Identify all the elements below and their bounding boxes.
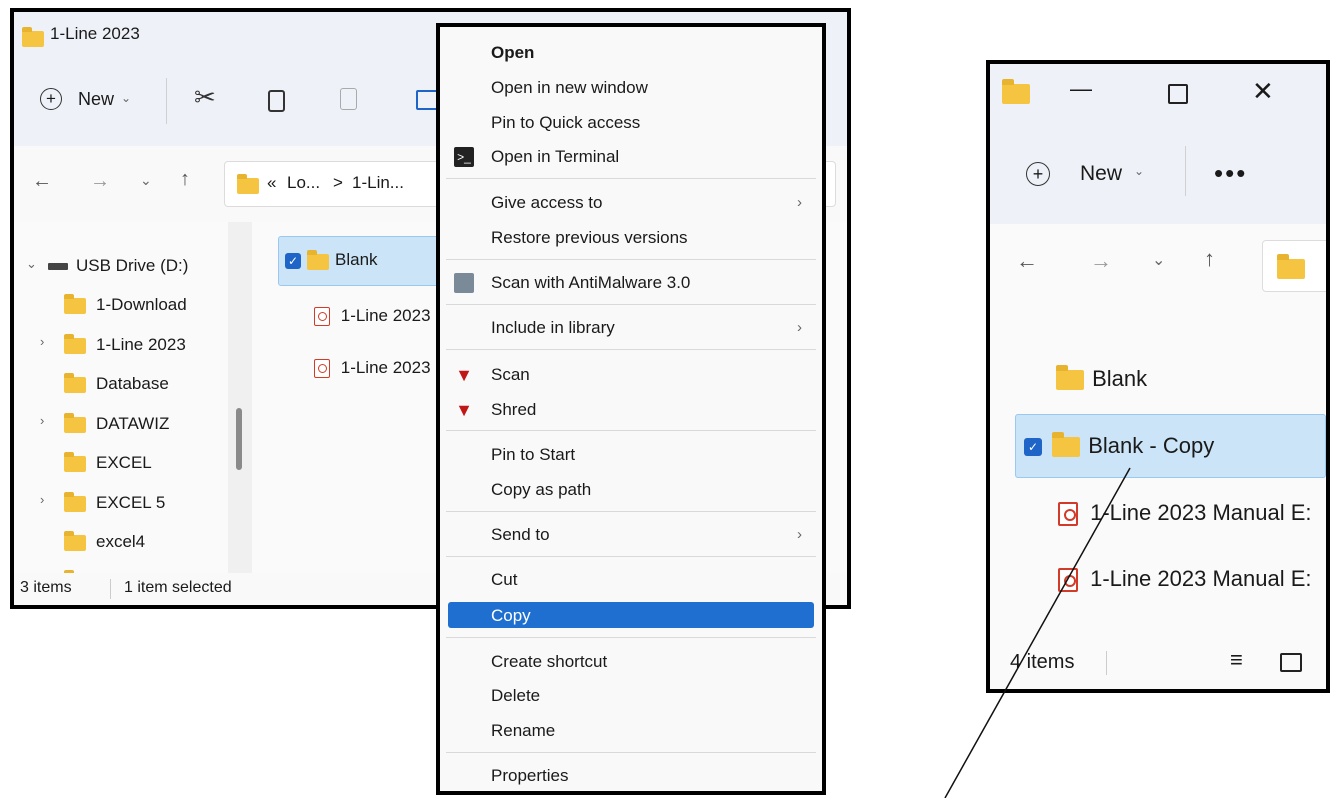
annotation-line <box>944 467 1131 798</box>
annotation-pointer <box>944 467 1131 798</box>
